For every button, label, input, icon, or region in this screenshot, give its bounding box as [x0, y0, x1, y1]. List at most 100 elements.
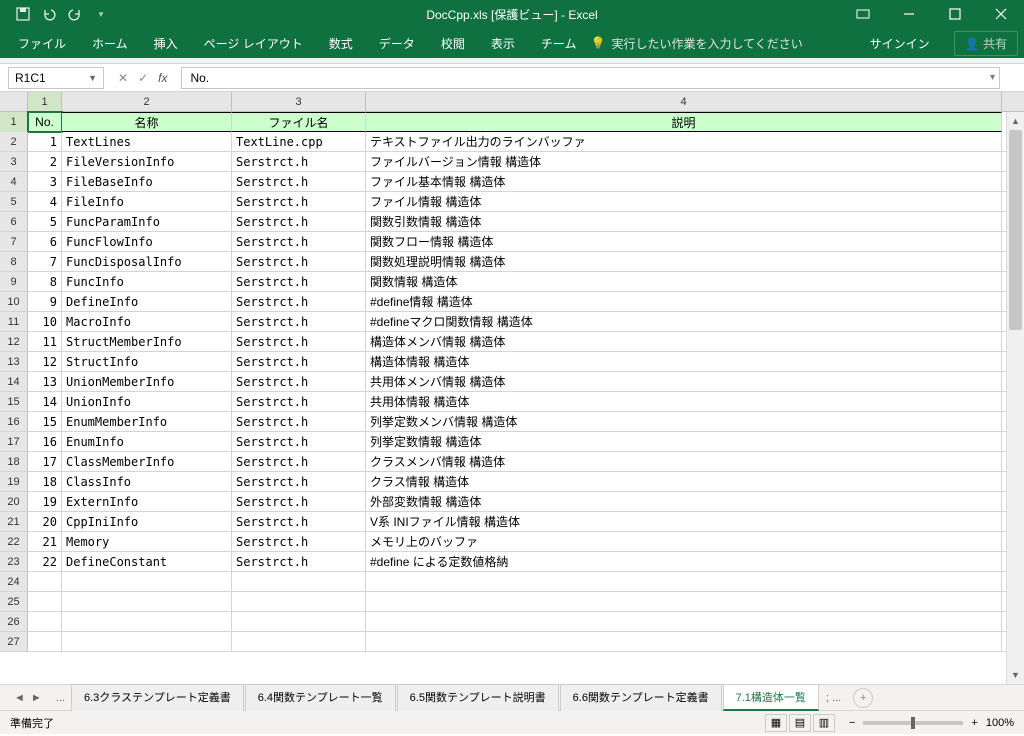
fx-icon[interactable]: fx: [158, 71, 167, 85]
cell[interactable]: EnumMemberInfo: [62, 412, 232, 431]
cell[interactable]: FuncParamInfo: [62, 212, 232, 231]
cell[interactable]: [232, 612, 366, 631]
cell[interactable]: ファイル名: [232, 112, 366, 132]
cell[interactable]: 3: [28, 172, 62, 191]
cell[interactable]: 構造体情報 構造体: [366, 352, 1002, 371]
cell[interactable]: [62, 612, 232, 631]
cell[interactable]: MacroInfo: [62, 312, 232, 331]
col-header[interactable]: 2: [62, 92, 232, 111]
cell[interactable]: Serstrct.h: [232, 272, 366, 291]
zoom-out-button[interactable]: −: [849, 717, 855, 729]
row-header[interactable]: 8: [0, 252, 28, 271]
sheet-tab[interactable]: 6.3クラステンプレート定義書: [71, 684, 244, 711]
save-icon[interactable]: [12, 3, 34, 25]
cell[interactable]: ClassInfo: [62, 472, 232, 491]
cell[interactable]: Serstrct.h: [232, 292, 366, 311]
cell[interactable]: [62, 632, 232, 651]
tab-team[interactable]: チーム: [529, 29, 589, 58]
row-header[interactable]: 5: [0, 192, 28, 211]
cancel-formula-icon[interactable]: ✕: [118, 71, 128, 85]
cell[interactable]: FuncFlowInfo: [62, 232, 232, 251]
name-box[interactable]: R1C1 ▼: [8, 67, 104, 89]
cell[interactable]: 共用体メンバ情報 構造体: [366, 372, 1002, 391]
cell[interactable]: ExternInfo: [62, 492, 232, 511]
row-header[interactable]: 2: [0, 132, 28, 151]
cell[interactable]: StructInfo: [62, 352, 232, 371]
row-header[interactable]: 22: [0, 532, 28, 551]
cell[interactable]: No.: [28, 112, 62, 132]
cell[interactable]: TextLine.cpp: [232, 132, 366, 151]
cell[interactable]: [28, 572, 62, 591]
row-header[interactable]: 14: [0, 372, 28, 391]
cell[interactable]: DefineConstant: [62, 552, 232, 571]
cell[interactable]: [366, 632, 1002, 651]
cell[interactable]: 21: [28, 532, 62, 551]
cell[interactable]: DefineInfo: [62, 292, 232, 311]
cell[interactable]: 9: [28, 292, 62, 311]
cell[interactable]: TextLines: [62, 132, 232, 151]
sheet-nav-prev-icon[interactable]: ◄: [14, 692, 25, 704]
share-button[interactable]: 👤 共有: [954, 31, 1018, 56]
cell[interactable]: 4: [28, 192, 62, 211]
row-header[interactable]: 16: [0, 412, 28, 431]
cell[interactable]: Serstrct.h: [232, 192, 366, 211]
cell[interactable]: FuncDisposalInfo: [62, 252, 232, 271]
cell[interactable]: CppIniInfo: [62, 512, 232, 531]
row-header[interactable]: 1: [0, 112, 28, 132]
row-header[interactable]: 26: [0, 612, 28, 631]
cell[interactable]: [62, 572, 232, 591]
cell[interactable]: EnumInfo: [62, 432, 232, 451]
sheet-tab[interactable]: 7.1構造体一覧: [723, 684, 819, 711]
cell[interactable]: FuncInfo: [62, 272, 232, 291]
cell[interactable]: V系 INIファイル情報 構造体: [366, 512, 1002, 531]
cell[interactable]: Serstrct.h: [232, 352, 366, 371]
sheet-more-right[interactable]: ; ...: [820, 692, 847, 704]
tab-review[interactable]: 校閲: [429, 29, 477, 58]
cell[interactable]: 7: [28, 252, 62, 271]
tab-data[interactable]: データ: [367, 29, 427, 58]
scrollbar-thumb[interactable]: [1009, 130, 1022, 330]
tab-pagelayout[interactable]: ページ レイアウト: [192, 29, 315, 58]
view-normal-icon[interactable]: ▦: [765, 714, 787, 732]
cell[interactable]: Serstrct.h: [232, 252, 366, 271]
cell[interactable]: #defineマクロ関数情報 構造体: [366, 312, 1002, 331]
formula-bar[interactable]: No. ▾: [181, 67, 1000, 89]
cell[interactable]: 1: [28, 132, 62, 151]
zoom-in-button[interactable]: +: [971, 717, 977, 729]
cell[interactable]: Serstrct.h: [232, 552, 366, 571]
row-header[interactable]: 21: [0, 512, 28, 531]
row-header[interactable]: 19: [0, 472, 28, 491]
row-header[interactable]: 20: [0, 492, 28, 511]
col-header[interactable]: 3: [232, 92, 366, 111]
cell[interactable]: Serstrct.h: [232, 432, 366, 451]
sheet-nav-next-icon[interactable]: ►: [31, 692, 42, 704]
cell[interactable]: 15: [28, 412, 62, 431]
cell[interactable]: 18: [28, 472, 62, 491]
cell[interactable]: 5: [28, 212, 62, 231]
tab-insert[interactable]: 挿入: [142, 29, 190, 58]
row-header[interactable]: 7: [0, 232, 28, 251]
maximize-icon[interactable]: [932, 0, 978, 28]
cell[interactable]: Serstrct.h: [232, 212, 366, 231]
cell[interactable]: 共用体情報 構造体: [366, 392, 1002, 411]
row-header[interactable]: 24: [0, 572, 28, 591]
cell[interactable]: [62, 592, 232, 611]
cell[interactable]: 外部変数情報 構造体: [366, 492, 1002, 511]
row-header[interactable]: 13: [0, 352, 28, 371]
tab-home[interactable]: ホーム: [80, 29, 140, 58]
cell[interactable]: #define情報 構造体: [366, 292, 1002, 311]
cell[interactable]: Memory: [62, 532, 232, 551]
ribbon-options-icon[interactable]: [840, 0, 886, 28]
cell[interactable]: メモリ上のバッファ: [366, 532, 1002, 551]
row-header[interactable]: 27: [0, 632, 28, 651]
cell[interactable]: 14: [28, 392, 62, 411]
cell[interactable]: 2: [28, 152, 62, 171]
cell[interactable]: Serstrct.h: [232, 332, 366, 351]
scroll-down-icon[interactable]: ▼: [1007, 666, 1024, 684]
cell[interactable]: Serstrct.h: [232, 392, 366, 411]
cell[interactable]: Serstrct.h: [232, 492, 366, 511]
cell[interactable]: [232, 572, 366, 591]
scroll-up-icon[interactable]: ▲: [1007, 112, 1024, 130]
cell[interactable]: 16: [28, 432, 62, 451]
cell[interactable]: クラス情報 構造体: [366, 472, 1002, 491]
